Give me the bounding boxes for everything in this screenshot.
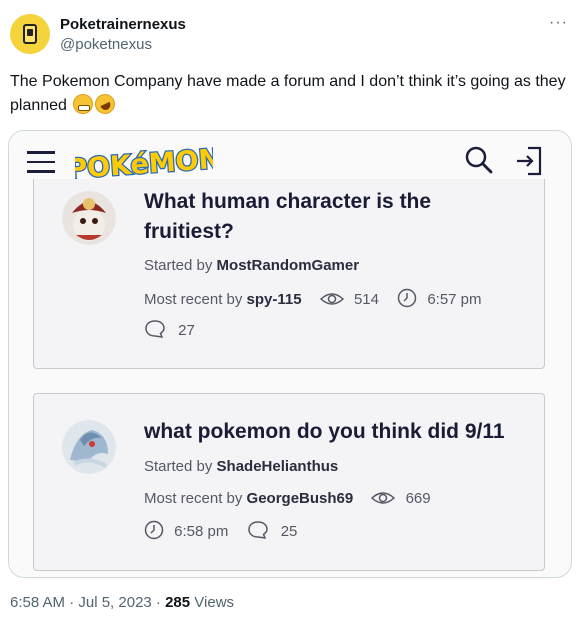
grimacing-face-emoji-icon bbox=[73, 94, 94, 114]
user-handle[interactable]: @poketnexus bbox=[60, 36, 152, 53]
tweet-header: Poketrainernexus @poketnexus ··· bbox=[10, 10, 570, 58]
rolling-on-floor-laughing-emoji-icon bbox=[92, 90, 119, 118]
reply-count: 25 bbox=[280, 523, 298, 540]
user-avatar[interactable] bbox=[62, 191, 116, 245]
time-reply-stats: 6:58 pm 25 bbox=[144, 520, 297, 540]
starter-username[interactable]: MostRandomGamer bbox=[217, 257, 360, 274]
pokedex-icon bbox=[23, 24, 37, 44]
recent-username[interactable]: spy-115 bbox=[247, 291, 302, 308]
clock-icon bbox=[397, 288, 417, 308]
more-options-icon[interactable]: ··· bbox=[549, 14, 568, 32]
views-label: Views bbox=[190, 594, 235, 611]
profile-avatar[interactable] bbox=[10, 14, 50, 54]
clock-icon bbox=[144, 520, 164, 540]
comment-icon bbox=[145, 320, 165, 338]
starter-username[interactable]: ShadeHelianthus bbox=[217, 458, 339, 475]
post-time: 6:57 pm bbox=[427, 291, 482, 308]
user-avatar[interactable] bbox=[62, 420, 116, 474]
tweet-media-image[interactable]: POKéMON What human character is the frui… bbox=[8, 130, 572, 578]
recent-username[interactable]: GeorgeBush69 bbox=[247, 490, 354, 507]
forum-post-card[interactable]: What human character is the fruitiest? S… bbox=[33, 179, 545, 369]
pokemon-logo[interactable]: POKéMON bbox=[75, 137, 213, 185]
tweet-text: The Pokemon Company have made a forum an… bbox=[10, 70, 570, 118]
view-count: 514 bbox=[353, 291, 379, 308]
view-count: 669 bbox=[405, 490, 431, 507]
view-count: 285 bbox=[165, 594, 191, 611]
started-by: Started by ShadeHelianthus bbox=[144, 458, 339, 475]
reply-count: 27 bbox=[178, 322, 195, 339]
tweet-timestamp[interactable]: 6:58 AM · Jul 5, 2023 · bbox=[10, 594, 165, 611]
search-icon[interactable] bbox=[464, 145, 494, 175]
tweet-timestamp-row: 6:58 AM · Jul 5, 2023 · 285 Views bbox=[10, 594, 234, 611]
comment-icon bbox=[247, 521, 268, 539]
reply-stats: 27 bbox=[144, 319, 195, 339]
post-title[interactable]: what pokemon do you think did 9/11 bbox=[144, 417, 524, 447]
eye-icon bbox=[319, 293, 344, 305]
post-stats: Most recent by spy-115 514 6:57 pm bbox=[144, 288, 482, 308]
display-name[interactable]: Poketrainernexus bbox=[60, 16, 186, 33]
tweet-body: The Pokemon Company have made a forum an… bbox=[10, 73, 566, 114]
post-stats: Most recent by GeorgeBush69 669 bbox=[144, 490, 431, 507]
post-time: 6:58 pm bbox=[174, 523, 229, 540]
post-title[interactable]: What human character is the fruitiest? bbox=[144, 187, 524, 247]
eye-icon bbox=[371, 492, 396, 504]
forum-post-card[interactable]: what pokemon do you think did 9/11 Start… bbox=[33, 393, 545, 571]
menu-icon[interactable] bbox=[27, 151, 55, 173]
login-icon[interactable] bbox=[514, 145, 544, 177]
started-by: Started by MostRandomGamer bbox=[144, 257, 360, 274]
